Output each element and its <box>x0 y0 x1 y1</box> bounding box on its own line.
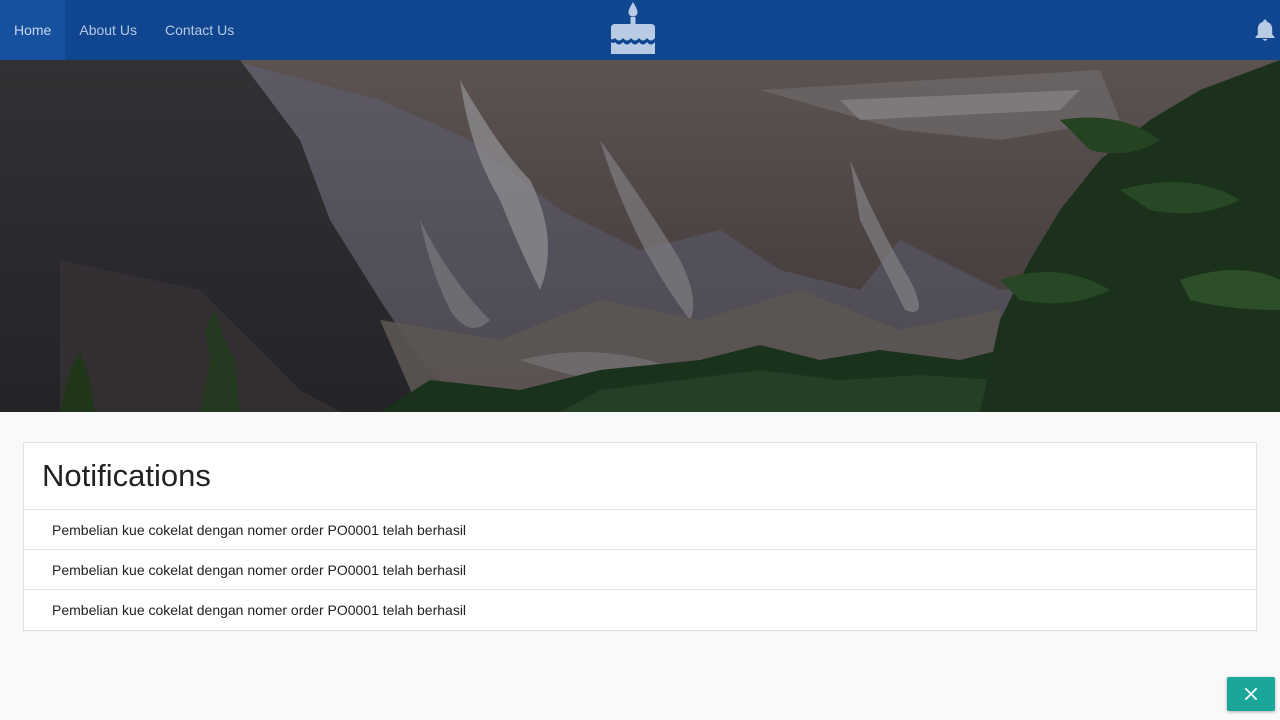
notification-item[interactable]: Pembelian kue cokelat dengan nomer order… <box>24 510 1256 550</box>
top-navbar: Home About Us Contact Us <box>0 0 1280 60</box>
hero-landscape-image <box>0 60 1280 412</box>
notification-item[interactable]: Pembelian kue cokelat dengan nomer order… <box>24 550 1256 590</box>
notifications-card: Notifications Pembelian kue cokelat deng… <box>23 442 1257 631</box>
close-icon <box>1245 688 1257 700</box>
notifications-title: Notifications <box>24 443 1256 510</box>
bell-icon[interactable] <box>1254 18 1276 42</box>
notification-item[interactable]: Pembelian kue cokelat dengan nomer order… <box>24 590 1256 630</box>
nav-item-contact-us[interactable]: Contact Us <box>151 0 248 60</box>
birthday-cake-icon[interactable] <box>610 2 656 56</box>
close-button[interactable] <box>1227 677 1275 711</box>
nav-item-home[interactable]: Home <box>0 0 66 60</box>
nav-item-about-us[interactable]: About Us <box>65 0 151 60</box>
